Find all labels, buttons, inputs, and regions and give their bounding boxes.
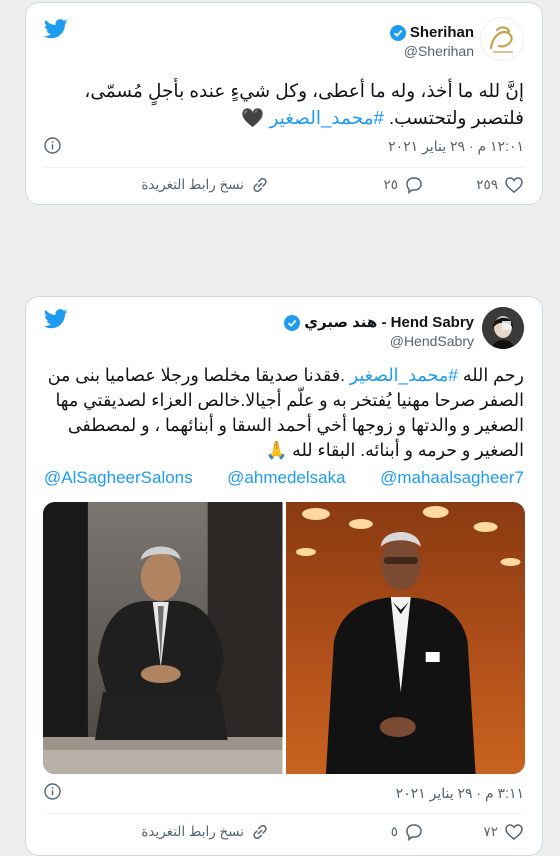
info-icon[interactable] [44,137,61,154]
reply-button[interactable]: ٢٥ [383,175,424,195]
reply-bubble-icon [406,177,422,195]
reply-count: ٥ [390,824,398,839]
like-count: ٢٥٩ [476,177,498,192]
author-block[interactable]: هند صبري - Hend Sabry @HendSabry [284,313,474,350]
hend-sabry-photo-avatar[interactable] [482,307,524,349]
tweet-text: إنَّ لله ما أخذ، وله ما أعطى، وكل شيءٍ ع… [44,77,524,131]
twitter-bird-icon[interactable] [44,309,68,329]
copy-link-button[interactable]: نسخ رابط التغريدة [141,175,270,195]
tweet-text-start: رحم الله [457,365,524,385]
twitter-bird-icon[interactable] [44,19,68,39]
link-icon [253,824,267,840]
sherihan-logo-avatar[interactable] [480,17,524,61]
black-heart-emoji: 🖤 [241,107,265,128]
photo-grid [43,502,525,774]
display-name[interactable]: هند صبري - Hend Sabry [304,313,474,332]
reply-count: ٢٥ [383,177,398,192]
display-name[interactable]: Sherihan [410,23,474,42]
info-icon[interactable] [44,783,61,800]
like-button[interactable]: ٢٥٩ [476,175,524,195]
tweet-text: رحم الله #محمد_الصغير .فقدنا صديقا مخلصا… [44,363,524,463]
heart-icon [505,824,523,840]
verified-badge-icon [284,314,301,331]
mention-alsagheersalons[interactable]: @AlSagheerSalons [44,468,193,488]
photo-salon-portrait[interactable] [43,502,283,774]
hashtag-link[interactable]: #محمد_الصغير [269,107,383,128]
reply-bubble-icon [406,824,422,842]
mentions-row: @AlSagheerSalons @ahmedelsaka @mahaalsag… [44,468,524,488]
photo-tuxedo-portrait[interactable] [285,502,525,774]
tweet-timestamp[interactable]: ٣:١١ م · ٢٩ يناير ٢٠٢١ [396,785,524,802]
user-handle[interactable]: @Sherihan [390,42,474,60]
heart-icon [505,177,523,193]
user-handle[interactable]: @HendSabry [284,332,474,350]
verified-badge-icon [389,24,406,41]
tweet-timestamp[interactable]: ١٢:٠١ م · ٢٩ يناير ٢٠٢١ [388,138,524,155]
like-button[interactable]: ٧٢ [483,822,524,842]
tweet-card-hend-sabry[interactable]: هند صبري - Hend Sabry @HendSabry رحم الل… [25,296,543,856]
author-block[interactable]: Sherihan @Sherihan [389,23,474,60]
divider [44,167,524,168]
like-count: ٧٢ [483,824,498,839]
copy-link-label: نسخ رابط التغريدة [141,824,244,839]
mention-mahaalsagheer7[interactable]: @mahaalsagheer7 [380,468,524,488]
copy-link-button[interactable]: نسخ رابط التغريدة [141,822,270,842]
mention-ahmedelsaka[interactable]: @ahmedelsaka [227,468,345,488]
tweet-card-sherihan[interactable]: Sherihan @Sherihan إنَّ لله ما أخذ، وله … [25,2,543,205]
divider [44,813,524,814]
copy-link-label: نسخ رابط التغريدة [141,177,244,192]
reply-button[interactable]: ٥ [391,822,424,842]
hashtag-link[interactable]: #محمد_الصغير [350,365,458,385]
link-icon [253,177,267,193]
